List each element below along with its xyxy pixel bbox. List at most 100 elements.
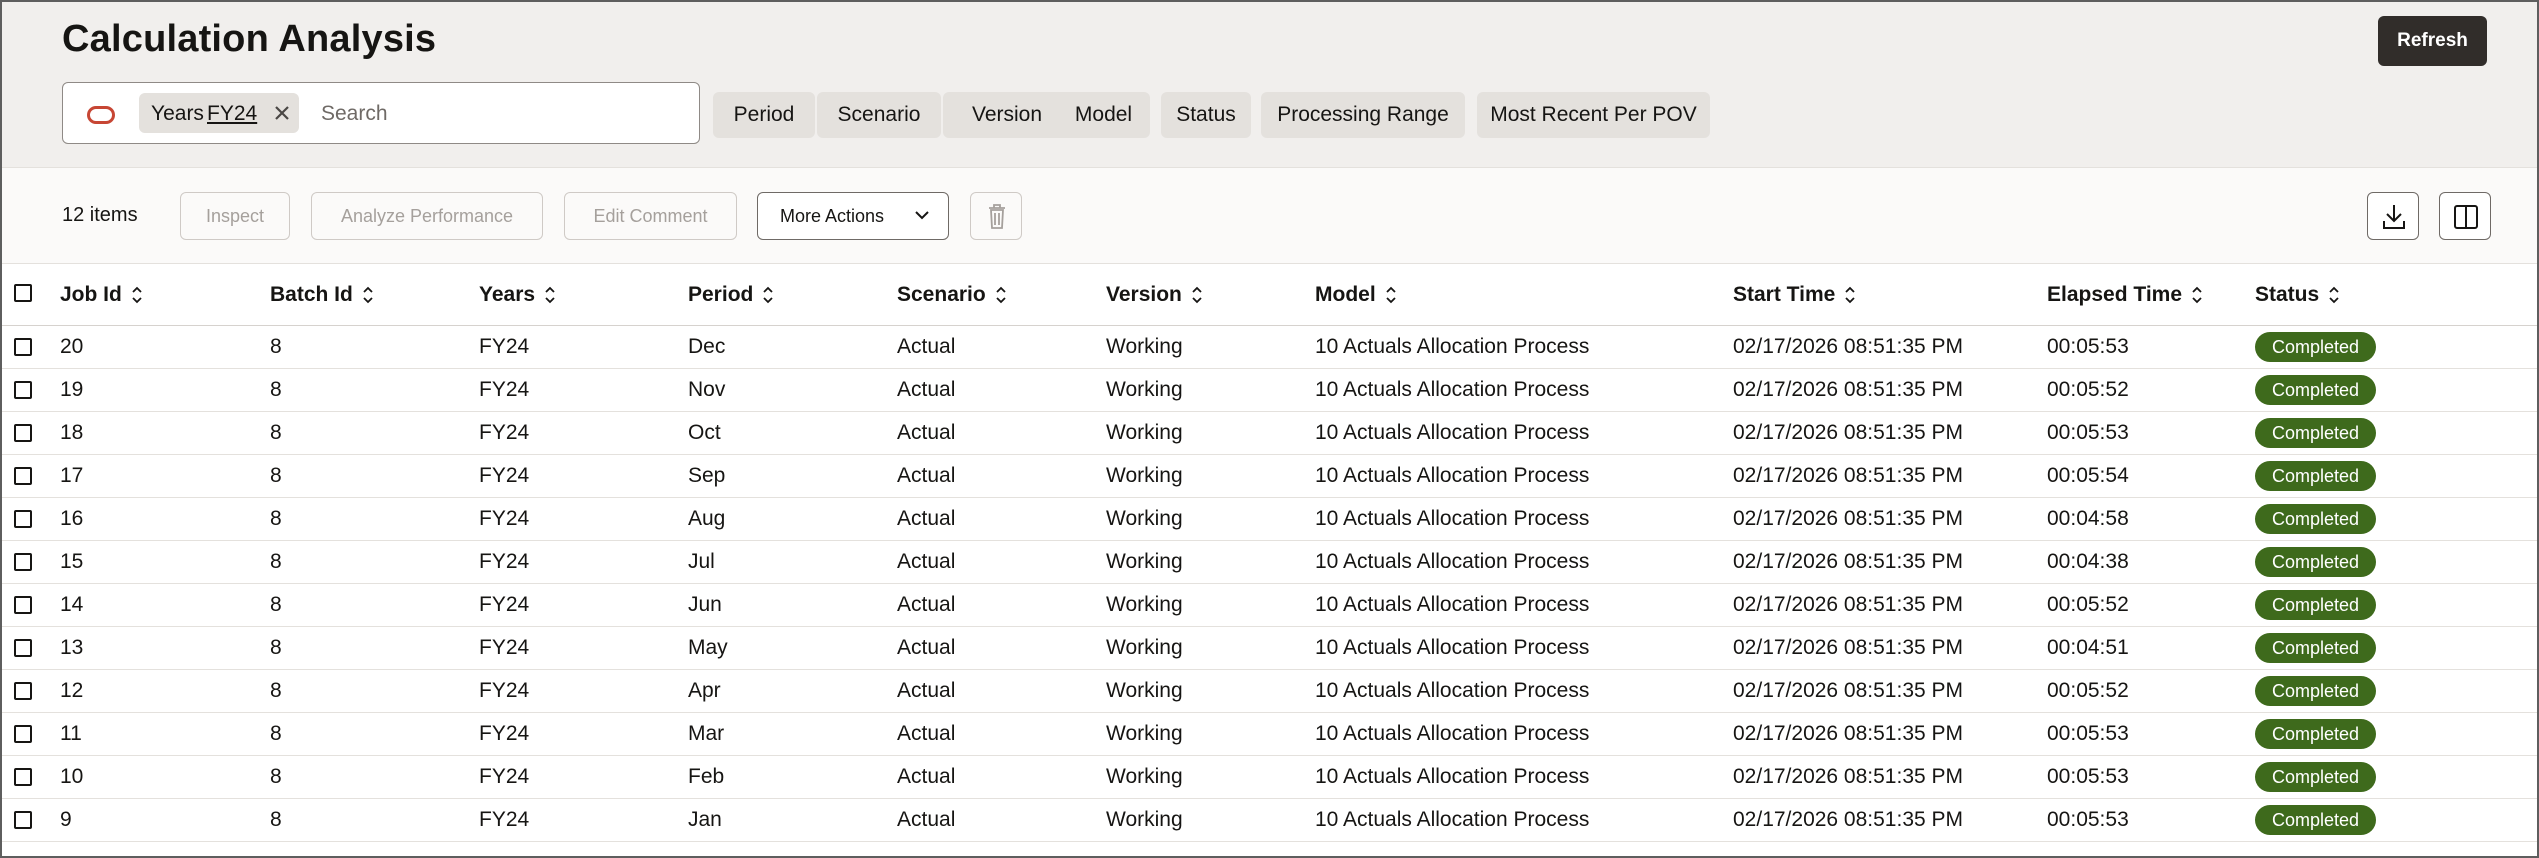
table-row[interactable]: 15 8 FY24 Jul Actual Working 10 Actuals Alloca… — [2, 541, 2537, 584]
cell-scenario: Actual — [897, 335, 956, 358]
cell-version: Working — [1106, 679, 1183, 702]
export-button[interactable] — [2367, 192, 2419, 240]
filter-processing-range[interactable]: Processing Range — [1261, 92, 1465, 138]
cell-scenario: Actual — [897, 808, 956, 831]
cell-elapsed-time: 00:05:52 — [2047, 378, 2129, 401]
filter-status[interactable]: Status — [1161, 92, 1251, 138]
table-row[interactable]: 13 8 FY24 May Actual Working 10 Actuals Alloca… — [2, 627, 2537, 670]
cell-years: FY24 — [479, 722, 530, 745]
table-row[interactable]: 11 8 FY24 Mar Actual Working 10 Actuals Alloca… — [2, 713, 2537, 756]
delete-button[interactable] — [970, 192, 1022, 240]
cell-years: FY24 — [479, 421, 530, 444]
cell-version: Working — [1106, 765, 1183, 788]
close-icon[interactable] — [271, 97, 293, 130]
sort-icon[interactable] — [361, 284, 375, 306]
row-checkbox[interactable] — [14, 424, 32, 442]
cell-job-id: 19 — [60, 378, 84, 401]
status-badge: Completed — [2255, 547, 2377, 577]
analyze-performance-button[interactable]: Analyze Performance — [311, 192, 543, 240]
cell-scenario: Actual — [897, 421, 956, 444]
column-header-version[interactable]: Version — [1106, 264, 1204, 325]
row-checkbox[interactable] — [14, 639, 32, 657]
row-checkbox[interactable] — [14, 768, 32, 786]
status-badge: Completed — [2255, 676, 2377, 706]
cell-job-id: 17 — [60, 464, 84, 487]
column-layout-icon — [2454, 205, 2478, 229]
status-badge: Completed — [2255, 461, 2377, 491]
table-row[interactable]: 10 8 FY24 Feb Actual Working 10 Actuals Alloca… — [2, 756, 2537, 799]
row-checkbox[interactable] — [14, 467, 32, 485]
sort-icon[interactable] — [1384, 284, 1398, 306]
sort-icon[interactable] — [543, 284, 557, 306]
inspect-button[interactable]: Inspect — [180, 192, 290, 240]
column-header-batch-id[interactable]: Batch Id — [270, 264, 375, 325]
table-row[interactable]: 20 8 FY24 Dec Actual Working 10 Actuals Alloca… — [2, 326, 2537, 369]
row-checkbox[interactable] — [14, 338, 32, 356]
column-header-status[interactable]: Status — [2255, 264, 2341, 325]
sort-icon[interactable] — [1190, 284, 1204, 306]
search-input[interactable] — [319, 95, 683, 133]
column-header-elapsed-time[interactable]: Elapsed Time — [2047, 264, 2204, 325]
page-header: Calculation Analysis Refresh Years FY24 … — [2, 2, 2537, 167]
column-header-model[interactable]: Model — [1315, 264, 1398, 325]
refresh-button[interactable]: Refresh — [2378, 16, 2487, 66]
search-bar[interactable]: Years FY24 — [62, 82, 700, 144]
column-header-start-time[interactable]: Start Time — [1733, 264, 1857, 325]
cell-status: Completed — [2255, 412, 2377, 454]
cell-status: Completed — [2255, 799, 2377, 841]
table-row[interactable]: 17 8 FY24 Sep Actual Working 10 Actuals Alloca… — [2, 455, 2537, 498]
column-header-period[interactable]: Period — [688, 264, 775, 325]
cell-scenario: Actual — [897, 464, 956, 487]
row-checkbox[interactable] — [14, 682, 32, 700]
row-checkbox[interactable] — [14, 553, 32, 571]
cell-model: 10 Actuals Allocation Process — [1315, 636, 1590, 659]
row-checkbox[interactable] — [14, 811, 32, 829]
status-badge: Completed — [2255, 332, 2377, 362]
edit-comment-button[interactable]: Edit Comment — [564, 192, 737, 240]
cell-version: Working — [1106, 507, 1183, 530]
row-checkbox[interactable] — [14, 381, 32, 399]
row-checkbox[interactable] — [14, 725, 32, 743]
cell-period: Jul — [688, 550, 715, 573]
cell-batch-id: 8 — [270, 464, 282, 487]
table-row[interactable]: 14 8 FY24 Jun Actual Working 10 Actuals Alloca… — [2, 584, 2537, 627]
table-row[interactable]: 18 8 FY24 Oct Actual Working 10 Actuals Alloca… — [2, 412, 2537, 455]
sort-icon[interactable] — [130, 284, 144, 306]
column-header-label: Status — [2255, 282, 2320, 306]
sort-icon[interactable] — [761, 284, 775, 306]
cell-model: 10 Actuals Allocation Process — [1315, 765, 1590, 788]
cell-years: FY24 — [479, 378, 530, 401]
column-header-label: Model — [1315, 282, 1376, 306]
filter-version[interactable]: Version — [943, 92, 1071, 138]
row-checkbox[interactable] — [14, 596, 32, 614]
sort-icon[interactable] — [994, 284, 1008, 306]
cell-version: Working — [1106, 335, 1183, 358]
column-header-job-id[interactable]: Job Id — [60, 264, 144, 325]
filter-model[interactable]: Model — [1057, 92, 1150, 138]
more-actions-button[interactable]: More Actions — [757, 192, 949, 240]
filter-scenario[interactable]: Scenario — [817, 92, 941, 138]
cell-status: Completed — [2255, 455, 2377, 497]
sort-icon[interactable] — [2327, 284, 2341, 306]
table-row[interactable]: 9 8 FY24 Jan Actual Working 10 Actuals Allocat… — [2, 799, 2537, 842]
sort-icon[interactable] — [1843, 284, 1857, 306]
table-row[interactable]: 12 8 FY24 Apr Actual Working 10 Actuals Alloca… — [2, 670, 2537, 713]
cell-model: 10 Actuals Allocation Process — [1315, 464, 1590, 487]
column-header-scenario[interactable]: Scenario — [897, 264, 1008, 325]
row-checkbox[interactable] — [14, 510, 32, 528]
table-row[interactable]: 19 8 FY24 Nov Actual Working 10 Actuals Alloca… — [2, 369, 2537, 412]
column-header-years[interactable]: Years — [479, 264, 557, 325]
filter-period[interactable]: Period — [713, 92, 815, 138]
cell-model: 10 Actuals Allocation Process — [1315, 550, 1590, 573]
chip-value[interactable]: FY24 — [207, 102, 257, 126]
chip-key: Years — [151, 102, 204, 125]
select-all-checkbox[interactable] — [14, 284, 32, 302]
trash-icon — [989, 204, 1005, 229]
cell-scenario: Actual — [897, 378, 956, 401]
cell-elapsed-time: 00:05:53 — [2047, 808, 2129, 831]
column-layout-button[interactable] — [2439, 192, 2491, 240]
sort-icon[interactable] — [2190, 284, 2204, 306]
filter-chip-years[interactable]: Years FY24 — [139, 93, 299, 133]
filter-most-recent-per-pov[interactable]: Most Recent Per POV — [1477, 92, 1710, 138]
table-row[interactable]: 16 8 FY24 Aug Actual Working 10 Actuals Alloca… — [2, 498, 2537, 541]
